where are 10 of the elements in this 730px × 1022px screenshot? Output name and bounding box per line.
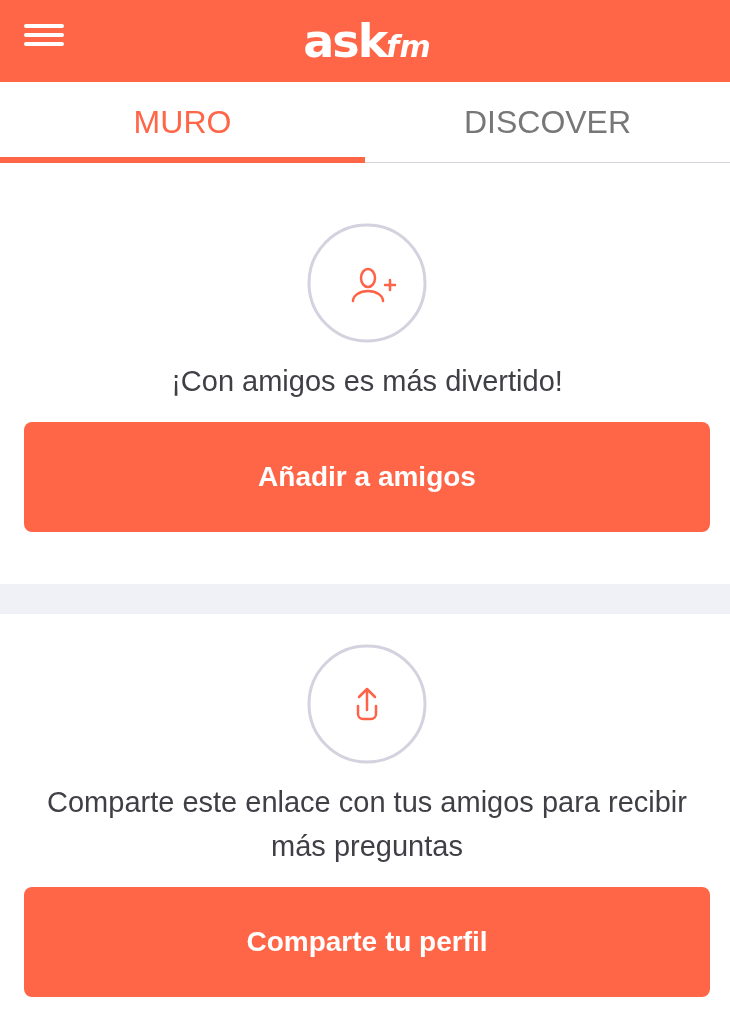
tab[interactable]: MURO: [0, 82, 365, 163]
action-button[interactable]: Comparte tu perfil: [24, 887, 710, 997]
add-friend-icon: [307, 223, 427, 343]
share-icon: [307, 644, 427, 764]
message-text: Comparte este enlace con tus amigos para recibir más preguntas: [46, 785, 688, 864]
menu-icon[interactable]: [24, 23, 64, 47]
message-text: ¡Con amigos es más divertido!: [171, 364, 563, 399]
tab[interactable]: DISCOVER: [365, 82, 730, 163]
logo: askfm: [303, 18, 431, 64]
action-button[interactable]: Añadir a amigos: [24, 422, 710, 532]
